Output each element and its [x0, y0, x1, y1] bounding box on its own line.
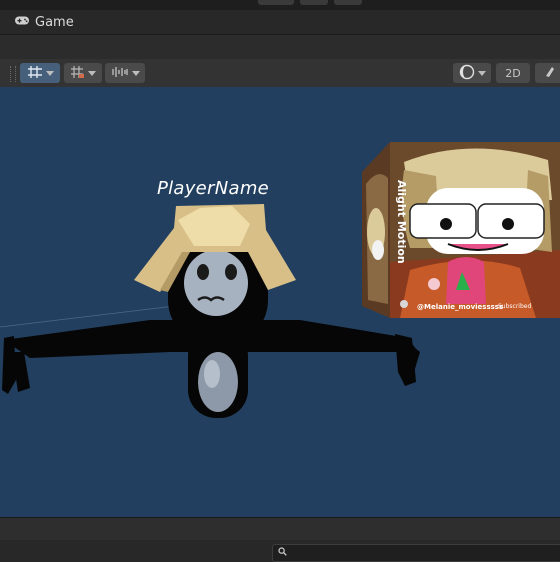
waveform-icon: [111, 66, 129, 81]
toolbar-spacer: [0, 35, 560, 59]
toolbar-grip[interactable]: [10, 66, 16, 82]
grid-icon: [70, 65, 85, 82]
search-icon: [278, 547, 287, 559]
audio-effects-button[interactable]: [105, 63, 145, 83]
tab-game[interactable]: Game: [14, 12, 74, 32]
cube-badge-text: Subscribed: [498, 303, 532, 310]
chevron-down-icon: [131, 70, 140, 76]
gamepad-icon: [14, 15, 30, 30]
cube-vertical-text: Alight Motion: [395, 180, 408, 264]
lighting-button[interactable]: [535, 63, 560, 83]
tab-game-label: Game: [35, 14, 74, 30]
cube-handle-text: @Melanie_moviesssss: [417, 303, 504, 311]
player-name-label: PlayerName: [156, 178, 270, 199]
mode-2d-label: 2D: [505, 66, 521, 80]
top-tab-stub: [258, 0, 294, 5]
grid-snapping-button[interactable]: [20, 63, 60, 83]
top-strip: [0, 0, 560, 10]
game-viewport[interactable]: PlayerName Alight Motion @Melanie_movies…: [0, 87, 560, 517]
scene-toolbar: 2D: [0, 59, 560, 87]
status-line: [0, 517, 560, 540]
mode-2d-button[interactable]: 2D: [496, 63, 530, 83]
draw-mode-button[interactable]: [453, 63, 491, 83]
grid-visibility-button[interactable]: [64, 63, 102, 83]
top-tab-stub: [300, 0, 328, 5]
chevron-down-icon: [45, 70, 54, 76]
tab-bar: Game: [0, 10, 560, 35]
chevron-down-icon: [477, 70, 486, 76]
chevron-down-icon: [88, 70, 96, 76]
top-tab-stub: [334, 0, 362, 5]
grid-snap-icon: [27, 65, 43, 82]
textured-cube[interactable]: [362, 142, 560, 318]
shading-sphere-icon: [459, 64, 475, 83]
status-bar: [0, 517, 560, 562]
search-field[interactable]: [272, 544, 560, 562]
light-icon: [543, 65, 557, 82]
player-character[interactable]: [2, 204, 420, 418]
